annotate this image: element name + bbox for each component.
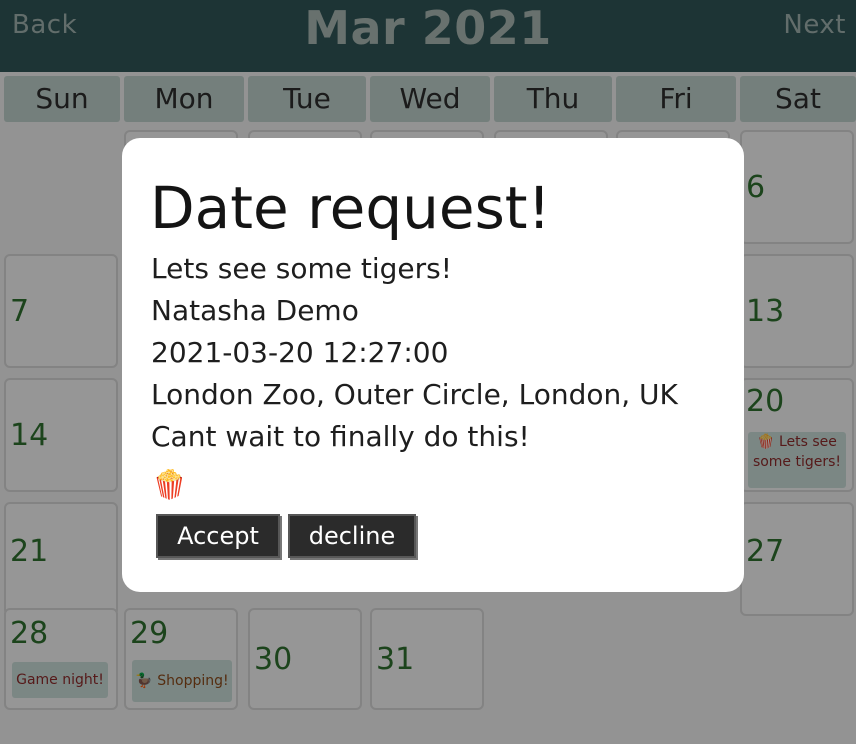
accept-button[interactable]: Accept (156, 514, 280, 558)
popcorn-icon: 🍿 (152, 468, 187, 501)
date-time: 2021-03-20 12:27:00 (151, 336, 449, 369)
date-request-modal: Date request! Lets see some tigers! Nata… (122, 138, 744, 592)
message: Cant wait to finally do this! (151, 420, 530, 453)
modal-title: Date request! (150, 174, 551, 242)
location: London Zoo, Outer Circle, London, UK (151, 378, 678, 411)
requester-name: Natasha Demo (151, 294, 359, 327)
date-name: Lets see some tigers! (151, 252, 452, 285)
decline-button[interactable]: decline (288, 514, 416, 558)
